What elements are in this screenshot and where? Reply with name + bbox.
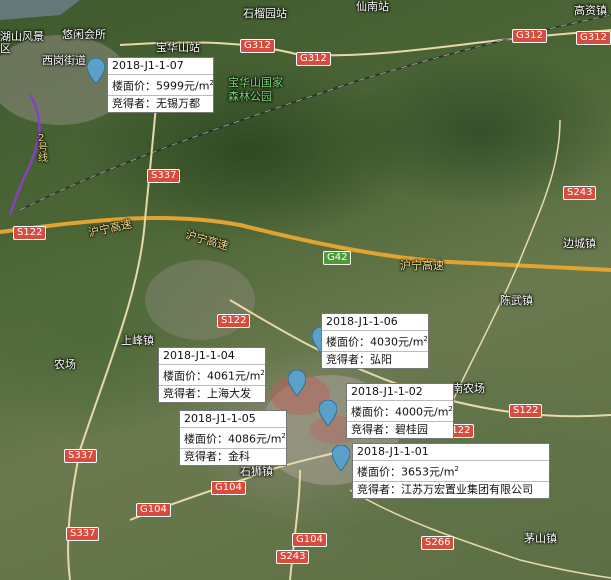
road-s122-a: S122 [13,226,47,240]
parcel-price: 楼面价：4086元/m2 [180,427,286,448]
parcel-price: 楼面价：3653元/m2 [353,460,549,481]
parcel-winner: 竞得者：金科 [180,447,286,465]
parcel-info-j1-1-07[interactable]: 2018-J1-1-07 楼面价：5999元/㎡m2 竞得者：无锡万都 [107,57,214,113]
parcel-info-j1-1-02[interactable]: 2018-J1-1-02 楼面价：4000元/m2 竞得者：碧桂园 [346,383,454,439]
road-s122-b: S122 [217,314,251,328]
road-s337-b: S337 [64,449,98,463]
parcel-price: 楼面价：4030元/m2 [322,330,428,351]
road-g104-c: G104 [292,533,327,547]
place-baohua-station: 宝华山站 [156,41,200,54]
road-s266: S266 [421,536,455,550]
place-yueguo: 悠闲会所 [62,28,106,41]
place-hu-ning-3: 沪宁高速 [400,259,444,272]
road-g312-a: G312 [240,39,275,53]
road-g312-b: G312 [296,52,331,66]
parcel-winner: 竞得者：上海大发 [159,384,265,402]
place-gaoyou: 高资镇 [574,4,607,17]
place-mao-shan: 茅山镇 [524,532,557,545]
parcel-info-j1-1-01[interactable]: 2018-J1-1-01 楼面价：3653元/m2 竞得者：江苏万宏置业集团有限… [352,443,550,499]
parcel-winner: 竞得者：弘阳 [322,350,428,368]
parcel-price: 楼面价：4061元/m2 [159,364,265,385]
parcel-info-j1-1-05[interactable]: 2018-J1-1-05 楼面价：4086元/m2 竞得者：金科 [179,410,287,466]
place-baohua-park-2: 森林公园 [228,90,272,103]
map-pin-icon[interactable] [87,58,105,84]
road-g42: G42 [323,251,352,265]
parcel-code: 2018-J1-1-04 [163,349,235,362]
place-line-2: 2号线 [38,133,48,164]
map-pin-icon[interactable] [332,445,350,471]
road-g312-c: G312 [512,29,547,43]
road-s243-b: S243 [276,550,310,564]
road-s337-a: S337 [147,169,181,183]
parcel-code: 2018-J1-1-02 [351,385,423,398]
parcel-price: 楼面价：4000元/m2 [347,400,453,421]
place-fengjing-qu: 区 [0,42,11,55]
road-g104-b: G104 [136,503,171,517]
place-chen-wu: 陈武镇 [500,294,533,307]
parcel-info-j1-1-06[interactable]: 2018-J1-1-06 楼面价：4030元/m2 竞得者：弘阳 [321,313,429,369]
place-nan-nong-chang: 南农场 [452,382,485,395]
parcel-code: 2018-J1-1-05 [184,412,256,425]
road-g312-d: G312 [576,31,611,45]
parcel-code: 2018-J1-1-01 [357,445,429,458]
satellite-map[interactable]: G312 G312 G312 G312 S337 S337 S337 S122 … [0,0,611,580]
place-nong-chang: 农场 [54,358,76,371]
place-shang-feng: 上峰镇 [121,334,154,347]
road-s122-c: S122 [509,404,543,418]
road-s243-a: S243 [563,186,597,200]
parcel-winner: 竞得者：江苏万宏置业集团有限公司 [353,480,549,498]
parcel-winner: 竞得者：碧桂园 [347,420,453,438]
road-g104-a: G104 [211,481,246,495]
parcel-code: 2018-J1-1-06 [326,315,398,328]
place-shiliu-yuan: 石榴园站 [243,7,287,20]
place-xi-gang: 西岗街道 [42,54,86,67]
road-s337-c: S337 [66,527,100,541]
place-bian-cheng: 边城镇 [563,237,596,250]
map-pin-icon[interactable] [288,370,306,396]
parcel-code: 2018-J1-1-07 [112,59,184,72]
parcel-info-j1-1-04[interactable]: 2018-J1-1-04 楼面价：4061元/m2 竞得者：上海大发 [158,347,266,403]
map-pin-icon[interactable] [319,400,337,426]
parcel-winner: 竞得者：无锡万都 [108,94,213,112]
parcel-price: 楼面价：5999元/㎡m2 [108,74,214,95]
place-xiannan: 仙南站 [356,0,389,13]
